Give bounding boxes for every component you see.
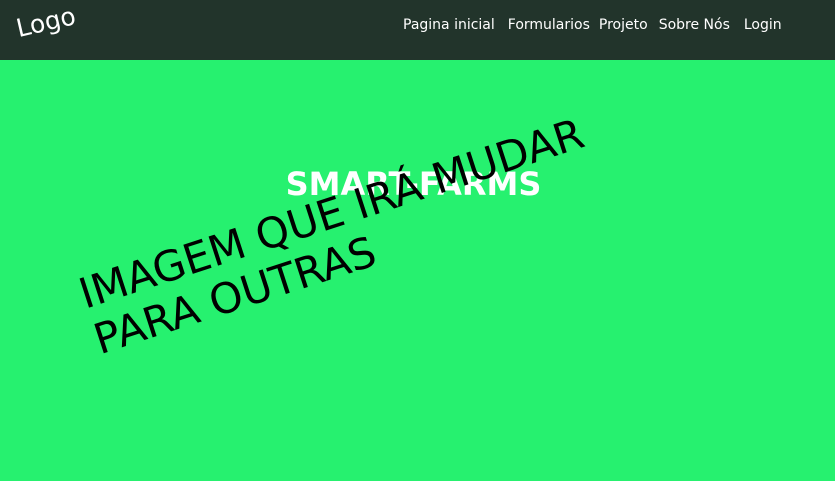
nav-link-login[interactable]: Login (744, 17, 782, 33)
navbar: Logo Pagina inicial Formularios Projeto … (0, 0, 835, 60)
nav-links: Pagina inicial Formularios Projeto Sobre… (403, 17, 782, 33)
nav-link-project[interactable]: Projeto (599, 17, 648, 33)
hero-section: SMART-FARMS IMAGEM QUE IRÁ MUDAR PARA OU… (0, 60, 835, 481)
logo[interactable]: Logo (13, 1, 78, 43)
nav-link-forms[interactable]: Formularios (508, 17, 590, 33)
nav-link-about[interactable]: Sobre Nós (659, 17, 730, 33)
hero-image-placeholder: IMAGEM QUE IRÁ MUDAR PARA OUTRAS (73, 84, 683, 364)
nav-link-home[interactable]: Pagina inicial (403, 17, 495, 33)
